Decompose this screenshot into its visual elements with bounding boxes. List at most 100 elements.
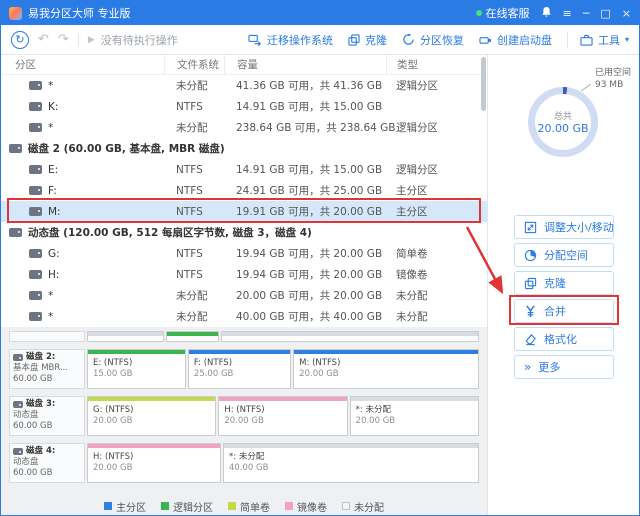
legend-label: 简单卷: [240, 499, 270, 514]
disk-map-row: 磁盘 4: 动态盘 60.00 GB H: (NTFS)20.00 GB *: …: [9, 443, 479, 483]
table-row-selected[interactable]: M: NTFS 19.91 GB 可用，共 20.00 GB 主分区: [1, 201, 487, 222]
partition-color-strip: [88, 444, 220, 448]
partition-icon: [29, 186, 42, 195]
table-row[interactable]: G: NTFS 19.94 GB 可用，共 20.00 GB 简单卷: [1, 243, 487, 264]
redo-icon[interactable]: ↷: [58, 32, 69, 47]
partition-icon: [29, 291, 42, 300]
format-button[interactable]: 格式化: [514, 327, 614, 351]
app-window: 易我分区大师 专业版 在线客服 ≡ ─ □ × ↻ ↶ ↷ ▶ 没有待执行操作: [0, 0, 640, 516]
disk-map-segment[interactable]: [87, 331, 164, 342]
disk-group-row[interactable]: 磁盘 2 (60.00 GB, 基本盘, MBR 磁盘): [1, 138, 487, 159]
table-row[interactable]: K: NTFS 14.91 GB 可用，共 15.00 GB: [1, 96, 487, 117]
clone-icon: [524, 277, 537, 290]
partition-color-strip: [219, 397, 346, 401]
tools-button[interactable]: 工具 ▾: [567, 32, 629, 48]
partition-icon: [29, 312, 42, 321]
partition-icon: [29, 270, 42, 279]
online-status-dot-icon: [476, 10, 482, 16]
clone-button[interactable]: 克隆: [348, 32, 387, 48]
table-row[interactable]: * 未分配 20.00 GB 可用，共 20.00 GB 未分配: [1, 285, 487, 306]
resize-move-button[interactable]: 调整大小/移动: [514, 215, 614, 239]
disk-map-segment[interactable]: *: 未分配40.00 GB: [223, 443, 479, 483]
disk-map-segment[interactable]: [221, 331, 479, 342]
partition-icon: [29, 102, 42, 111]
disk-map-size: 60.00 GB: [13, 421, 81, 432]
migrate-os-label: 迁移操作系统: [267, 32, 333, 48]
merge-button[interactable]: 合并: [514, 299, 614, 323]
legend-label: 镜像卷: [297, 499, 327, 514]
total-value: 20.00 GB: [537, 122, 588, 135]
create-bootable-disk-icon: [479, 34, 492, 46]
disk-map-label[interactable]: 磁盘 2: 基本盘 MBR... 60.00 GB: [9, 349, 85, 389]
resize-move-label: 调整大小/移动: [544, 219, 614, 235]
column-header-partition[interactable]: 分区: [1, 55, 164, 75]
table-row[interactable]: E: NTFS 14.91 GB 可用，共 15.00 GB 逻辑分区: [1, 159, 487, 180]
toolbar-divider: [78, 33, 79, 47]
table-row[interactable]: H: NTFS 19.94 GB 可用，共 20.00 GB 镜像卷: [1, 264, 487, 285]
disk-group-row[interactable]: 动态盘 (120.00 GB, 512 每扇区字节数, 磁盘 3，磁盘 4): [1, 222, 487, 243]
more-button[interactable]: » 更多: [514, 355, 614, 379]
disk-map-segment[interactable]: E: (NTFS)15.00 GB: [87, 349, 186, 389]
scrollbar-thumb[interactable]: [481, 57, 486, 111]
resize-move-icon: [524, 221, 537, 234]
disk-map-segment[interactable]: G: (NTFS)20.00 GB: [87, 396, 216, 436]
partition-recovery-button[interactable]: 分区恢复: [402, 32, 464, 48]
partition-recovery-icon: [402, 33, 415, 46]
disk-map-segment[interactable]: M: (NTFS)20.00 GB: [293, 349, 479, 389]
tools-icon: [580, 34, 593, 46]
bell-icon[interactable]: [541, 6, 552, 21]
partition-icon: [29, 207, 42, 216]
disk-map-segment[interactable]: F: (NTFS)25.00 GB: [188, 349, 291, 389]
merge-icon: [524, 305, 537, 318]
create-bootable-disk-label: 创建启动盘: [497, 32, 552, 48]
create-bootable-disk-button[interactable]: 创建启动盘: [479, 32, 552, 48]
partition-color-strip: [88, 350, 185, 354]
partition-color-strip: [224, 444, 478, 448]
column-header-filesystem[interactable]: 文件系统: [164, 55, 224, 75]
menu-icon[interactable]: ≡: [563, 8, 572, 19]
disk-map-segment[interactable]: H: (NTFS)20.00 GB: [218, 396, 347, 436]
disk-map-label[interactable]: 磁盘 4: 动态盘 60.00 GB: [9, 443, 85, 483]
legend-unallocated-swatch: [342, 502, 350, 510]
partition-color-strip: [351, 397, 478, 401]
table-row[interactable]: F: NTFS 24.91 GB 可用，共 25.00 GB 主分区: [1, 180, 487, 201]
maximize-button[interactable]: □: [600, 8, 610, 19]
legend-label: 逻辑分区: [173, 499, 213, 514]
disk-map-area: 磁盘 2: 基本盘 MBR... 60.00 GB E: (NTFS)15.00…: [1, 327, 487, 497]
clone-button-sidebar[interactable]: 克隆: [514, 271, 614, 295]
column-header-capacity[interactable]: 容量: [224, 55, 386, 75]
clone-label: 克隆: [365, 32, 387, 48]
disk-map-segment[interactable]: *: 未分配20.00 GB: [350, 396, 479, 436]
disk-map-segment[interactable]: [166, 331, 219, 342]
partition-color-strip: [189, 350, 290, 354]
disk-icon: [13, 354, 23, 361]
partition-icon: [29, 165, 42, 174]
minimize-button[interactable]: ─: [583, 8, 590, 19]
tools-label: 工具: [598, 32, 620, 48]
total-label: 总共: [554, 109, 572, 122]
allocate-space-button[interactable]: 分配空间: [514, 243, 614, 267]
usage-donut-chart: 已用空间 93 MB 总共 20.00 GB: [488, 61, 639, 211]
disk-map-segment[interactable]: H: (NTFS)20.00 GB: [87, 443, 221, 483]
app-logo-icon: [9, 7, 22, 20]
merge-label: 合并: [544, 303, 566, 319]
disk-map-sublabel: 动态盘: [13, 457, 81, 468]
allocate-space-icon: [524, 249, 537, 262]
scrollbar[interactable]: [480, 55, 487, 515]
refresh-icon[interactable]: ↻: [11, 31, 29, 49]
more-label: 更多: [538, 359, 560, 375]
migrate-os-button[interactable]: 迁移操作系统: [248, 32, 333, 48]
close-button[interactable]: ×: [622, 8, 631, 19]
table-row[interactable]: * 未分配 238.64 GB 可用，共 238.64 GB 逻辑分区: [1, 117, 487, 138]
online-service-label: 在线客服: [486, 5, 530, 21]
disk-map-label[interactable]: 磁盘 3: 动态盘 60.00 GB: [9, 396, 85, 436]
app-title: 易我分区大师 专业版: [28, 5, 131, 21]
format-icon: [524, 333, 537, 346]
disk-map-label: [9, 331, 85, 342]
table-row[interactable]: * 未分配 41.36 GB 可用，共 41.36 GB 逻辑分区: [1, 75, 487, 96]
disk-map-row: 磁盘 2: 基本盘 MBR... 60.00 GB E: (NTFS)15.00…: [9, 349, 479, 389]
column-header-type[interactable]: 类型: [386, 55, 487, 75]
online-service-button[interactable]: 在线客服: [476, 5, 530, 21]
table-row[interactable]: * 未分配 40.00 GB 可用，共 40.00 GB 未分配: [1, 306, 487, 327]
undo-icon[interactable]: ↶: [38, 32, 49, 47]
